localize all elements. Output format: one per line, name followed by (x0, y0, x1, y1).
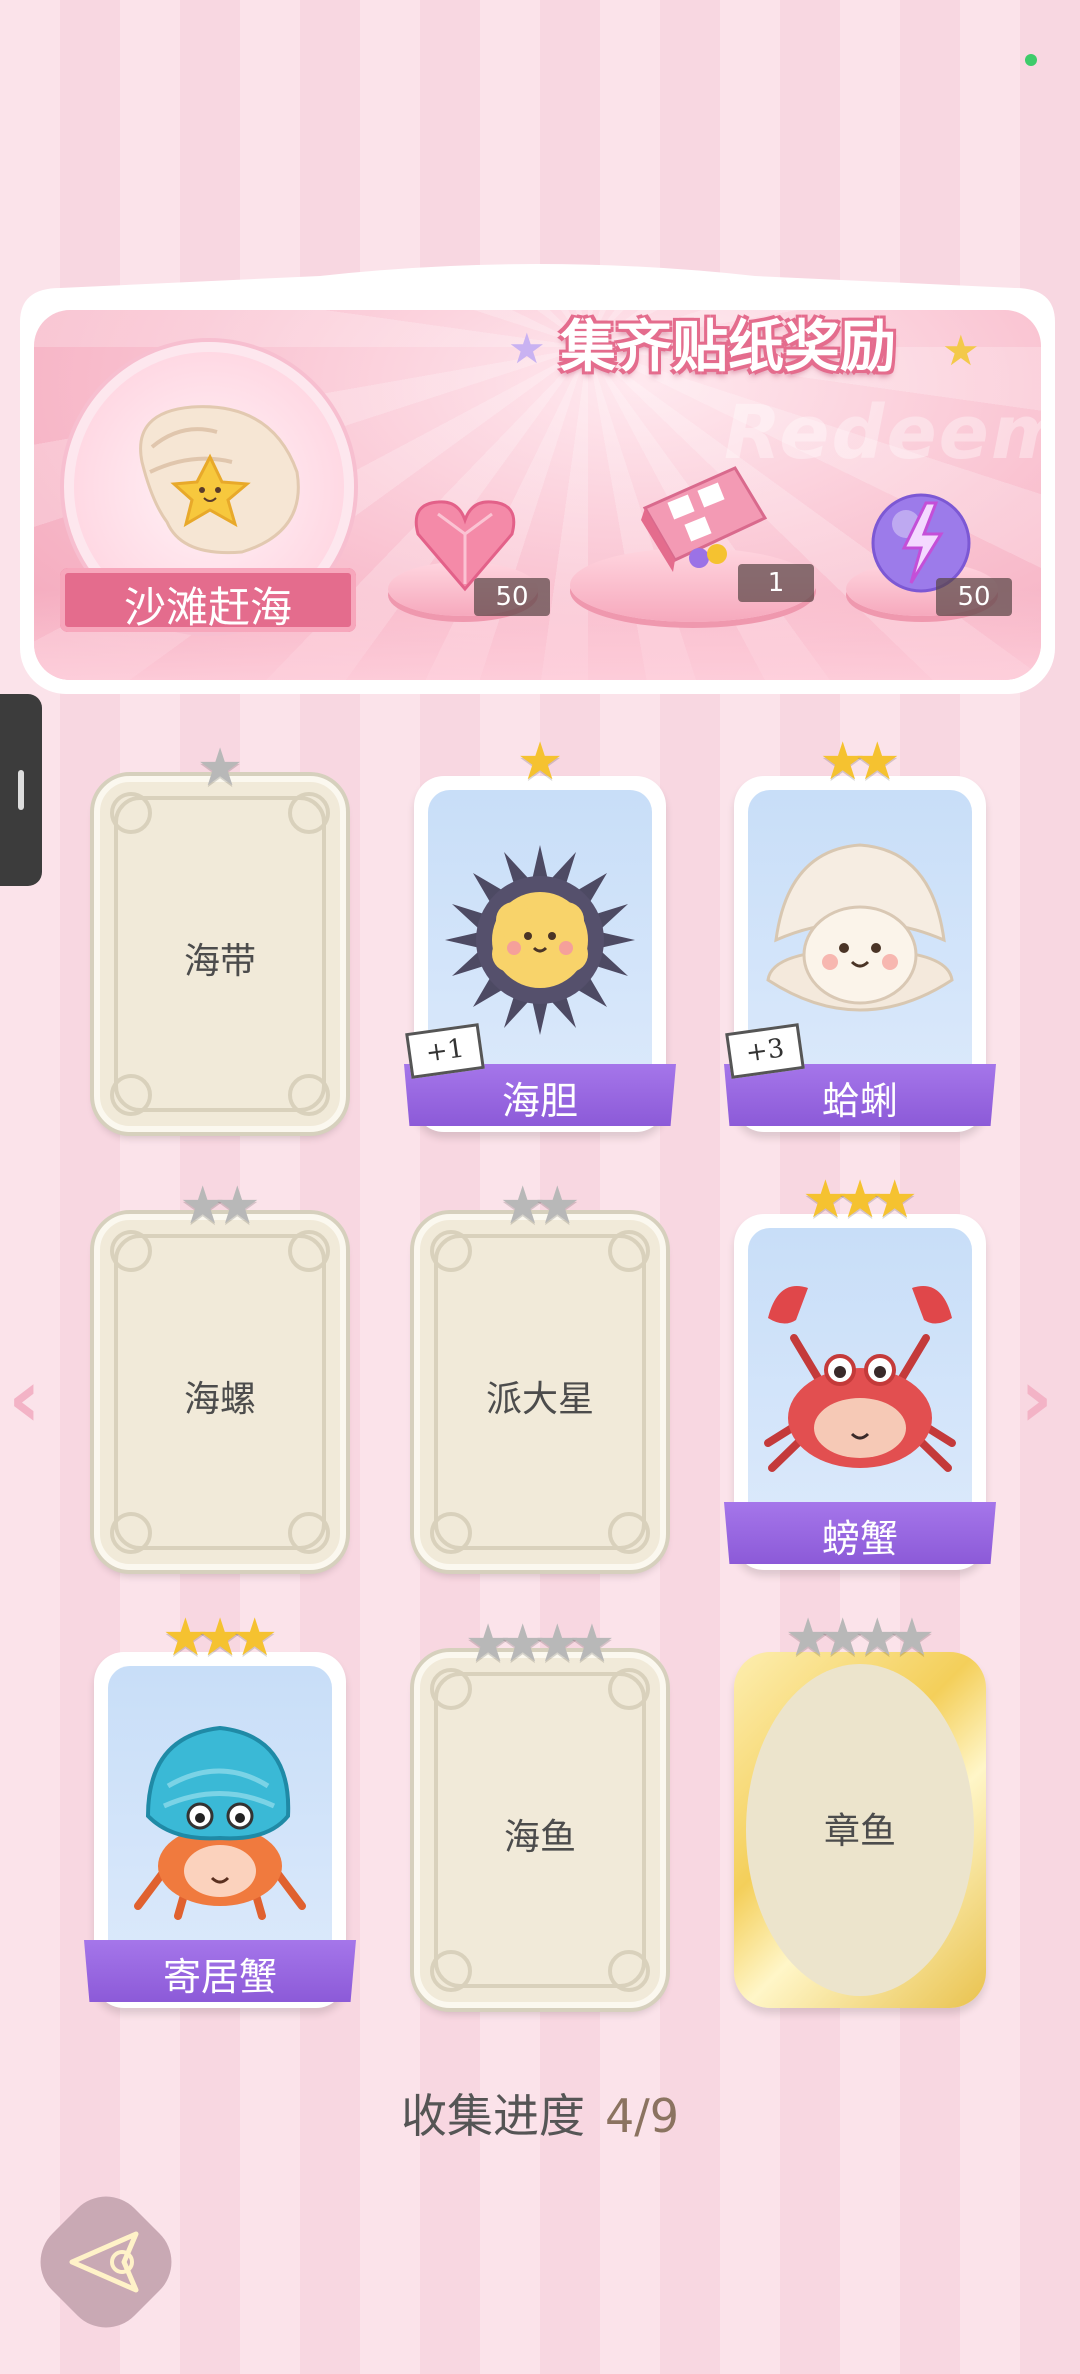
card-name: 螃蟹 (821, 1517, 898, 1561)
collection-progress: 收集进度 4/9 (0, 2080, 1080, 2146)
star-icon: ★ (854, 732, 901, 792)
next-page-arrow[interactable]: › (1020, 1352, 1053, 1445)
reward-banner: Redeem ★ ★ 集齐贴纸奖励 沙滩赶海 50 1 50 (20, 262, 1055, 694)
star-rating: ★ ★ ★ (734, 1174, 986, 1226)
star-icon: ★ (508, 324, 546, 373)
star-rating: ★ ★ (734, 736, 986, 788)
star-icon: ★ (196, 738, 244, 798)
star-icon: ★ (516, 732, 564, 792)
card-name: 章鱼 (823, 1811, 896, 1852)
sticker-card-locked[interactable]: ★ ★ 海螺 (94, 1180, 346, 1570)
card-art (748, 1228, 972, 1530)
drawer-grip (18, 770, 24, 810)
star-icon: ★ (871, 1170, 918, 1230)
prev-page-arrow[interactable]: ‹ (8, 1352, 41, 1445)
card-ribbon: 螃蟹 (724, 1502, 996, 1564)
star-icon: ★ (888, 1608, 936, 1668)
badge-label: 沙滩赶海 (123, 583, 292, 632)
seashell-icon (139, 405, 300, 555)
reward-count: 50 (474, 578, 550, 616)
star-icon: ★ (534, 1176, 581, 1236)
sticker-card-collected[interactable]: ★ ★ 蛤蜊 +3 (724, 736, 996, 1132)
card-name: 海鱼 (503, 1817, 576, 1858)
gift-box-icon[interactable] (625, 448, 775, 578)
back-arrow-icon[interactable] (48, 2204, 164, 2320)
star-icon: ★ (231, 1608, 278, 1668)
sticker-card-locked[interactable]: ★ 海带 (94, 742, 346, 1132)
status-indicator (1025, 54, 1037, 66)
card-name: 蛤蜊 (821, 1079, 898, 1123)
card-ribbon: 寄居蟹 (84, 1940, 356, 2002)
card-name: 派大星 (485, 1379, 594, 1420)
card-name: 寄居蟹 (162, 1955, 277, 1999)
sticker-card-locked[interactable]: ★ ★ 派大星 (414, 1180, 666, 1570)
star-icon: ★ (568, 1614, 616, 1674)
reward-count: 1 (738, 564, 814, 602)
star-icon: ★ (214, 1176, 261, 1236)
sticker-card-collected[interactable]: ★ ★ ★ 寄居蟹 (84, 1612, 356, 2008)
card-name: 海螺 (183, 1379, 256, 1420)
progress-value: 4/9 (604, 2089, 680, 2143)
reward-count: 50 (936, 578, 1012, 616)
progress-label: 收集进度 (400, 2089, 585, 2143)
banner-title: 集齐贴纸奖励 (560, 315, 896, 380)
card-name: 海胆 (501, 1079, 578, 1123)
star-rating: ★ (100, 742, 340, 794)
star-rating: ★ ★ (420, 1180, 660, 1232)
sticker-card-collected[interactable]: ★ 海胆 +1 (404, 736, 676, 1132)
star-rating: ★ ★ (100, 1180, 340, 1232)
crab-icon (764, 1286, 956, 1472)
card-art (108, 1666, 332, 1968)
hermit-crab-icon (134, 1725, 306, 1920)
sticker-card-rare-locked[interactable]: ★ ★ ★ ★ 章鱼 (734, 1612, 986, 2008)
badge-ribbon: 沙滩赶海 (60, 568, 356, 632)
sticker-card-locked[interactable]: ★ ★ ★ ★ 海鱼 (414, 1618, 666, 2008)
star-rating: ★ ★ ★ ★ (734, 1612, 986, 1664)
star-icon: ★ (942, 326, 980, 375)
star-rating: ★ ★ ★ (94, 1612, 346, 1664)
star-rating: ★ ★ ★ ★ (420, 1618, 660, 1670)
side-drawer-handle[interactable] (0, 694, 42, 886)
card-name: 海带 (183, 941, 256, 982)
star-rating: ★ (414, 736, 666, 788)
sticker-card-collected[interactable]: ★ ★ ★ 螃蟹 (724, 1174, 996, 1570)
